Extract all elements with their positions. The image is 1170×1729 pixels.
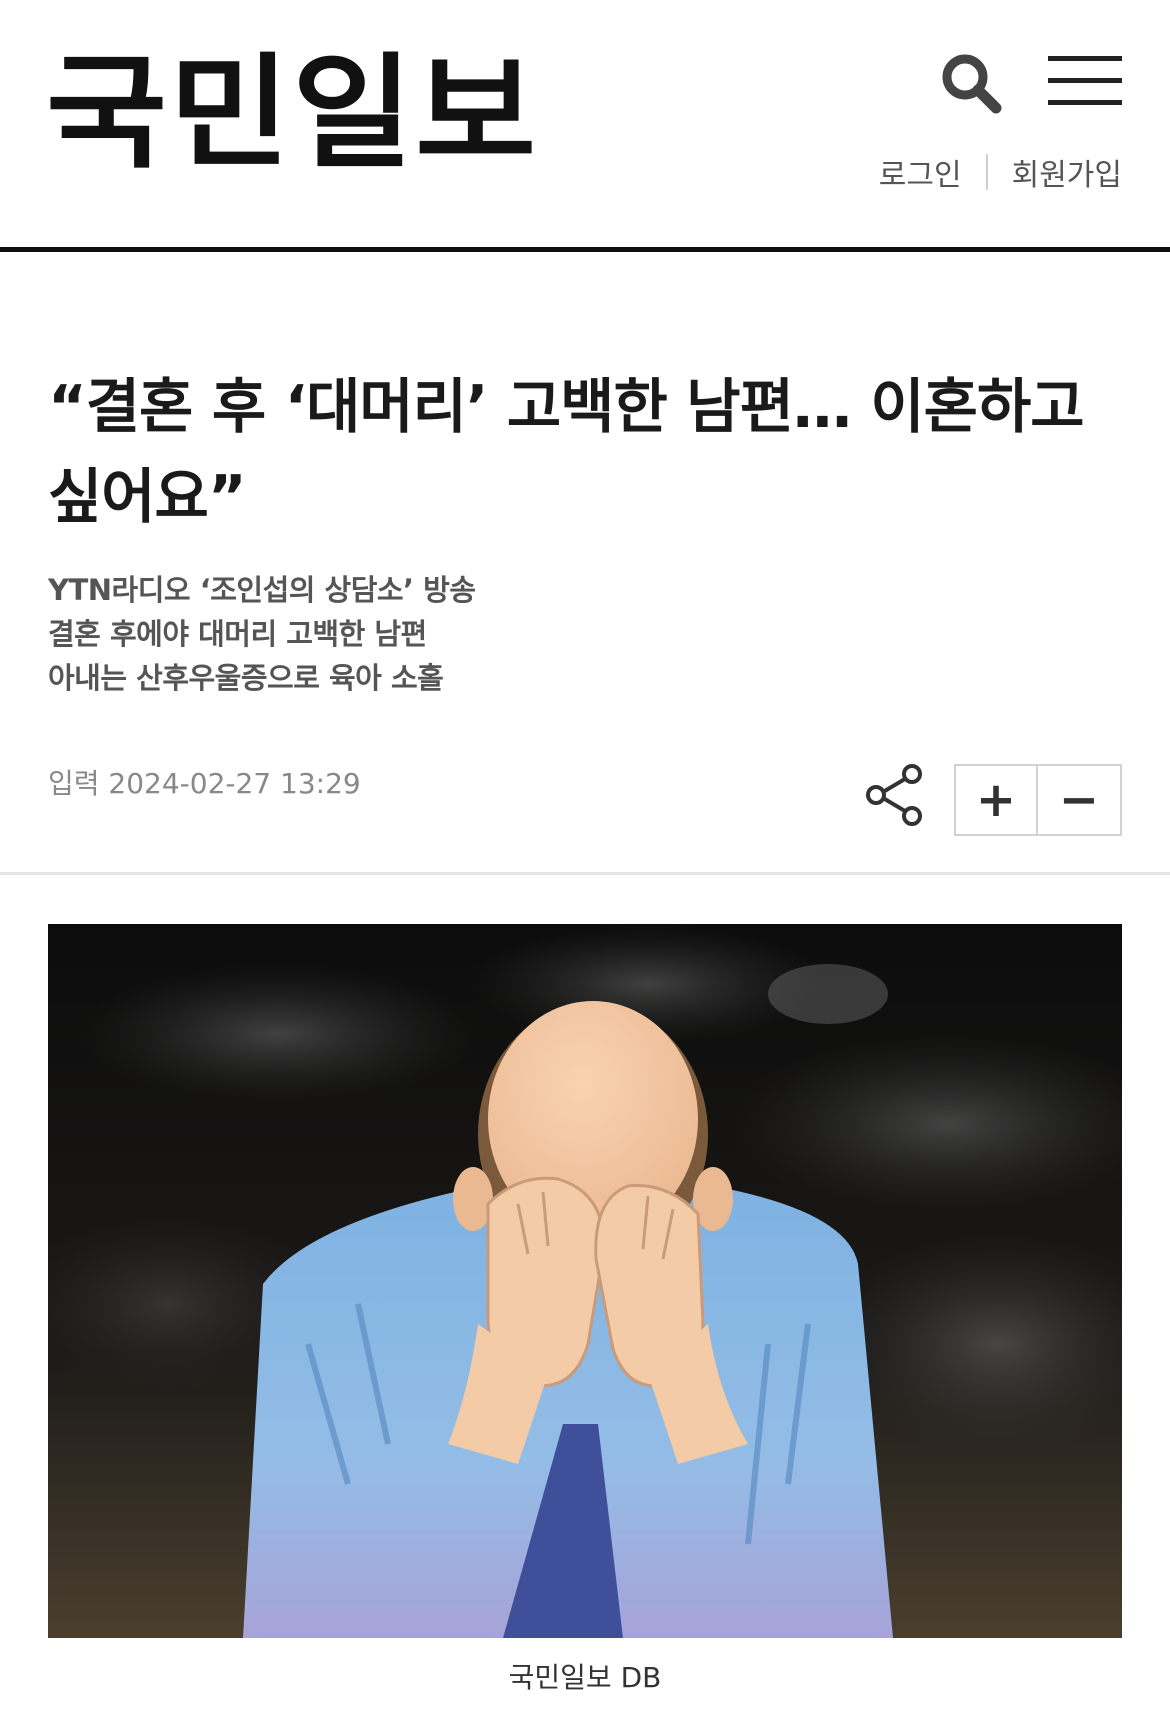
font-size-control: + − (954, 764, 1122, 836)
menu-bar (1048, 78, 1122, 83)
illustration-man-covering-face (48, 924, 1122, 1638)
login-link[interactable]: 로그인 (879, 150, 962, 194)
menu-bar (1048, 100, 1122, 105)
auth-links: 로그인 회원가입 (879, 150, 1122, 194)
auth-divider (985, 154, 988, 190)
article-image (48, 924, 1122, 1638)
font-decrease-button[interactable]: − (1038, 766, 1120, 834)
section-divider (0, 872, 1170, 875)
article-title: “결혼 후 ‘대머리’ 고백한 남편… 이혼하고 싶어요” (48, 372, 1085, 531)
article-subtitles: YTN라디오 ‘조인섭의 상담소’ 방송 결혼 후에야 대머리 고백한 남편 아… (48, 568, 948, 700)
site-header: 국민일보 로그인 회원가입 (0, 0, 1170, 252)
share-icon (866, 764, 922, 826)
font-increase-button[interactable]: + (956, 766, 1039, 834)
subtitle-line: 결혼 후에야 대머리 고백한 남편 (48, 617, 427, 651)
site-logo[interactable]: 국민일보 (46, 52, 538, 176)
signup-link[interactable]: 회원가입 (1012, 150, 1122, 194)
share-button[interactable] (862, 762, 928, 828)
image-caption: 국민일보 DB (508, 1661, 662, 1694)
subtitle-line: YTN라디오 ‘조인섭의 상담소’ 방송 (48, 573, 476, 607)
publish-date: 입력 2024-02-27 13:29 (48, 767, 361, 800)
search-icon (942, 54, 1002, 114)
hamburger-menu-icon (1048, 56, 1122, 61)
menu-button[interactable] (1048, 56, 1122, 106)
subtitle-line: 아내는 산후우울증으로 육아 소홀 (48, 661, 444, 695)
search-button[interactable] (938, 50, 1004, 116)
